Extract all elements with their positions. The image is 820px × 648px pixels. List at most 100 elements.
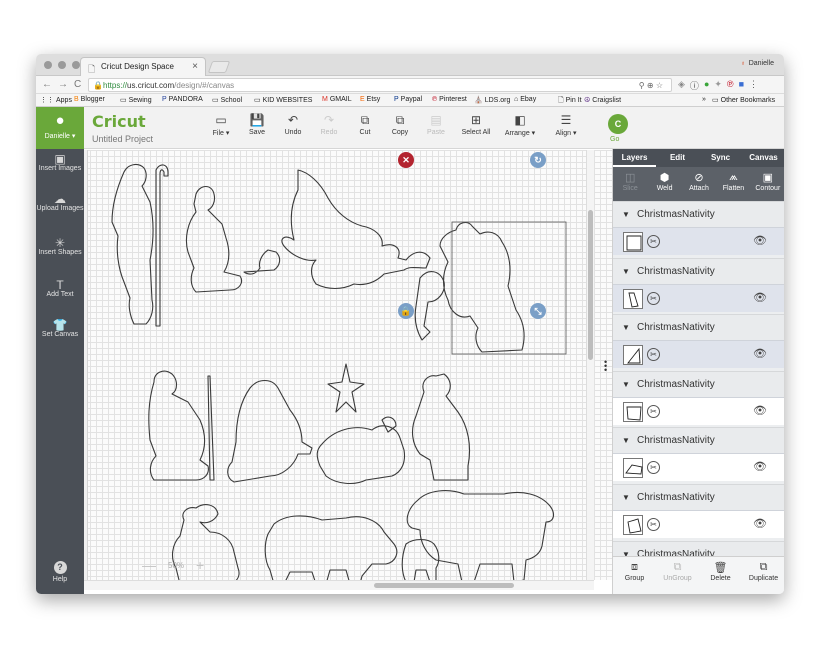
caret-down-icon[interactable]: ▼ bbox=[622, 380, 630, 389]
eye-icon[interactable]: 👁 bbox=[753, 517, 767, 530]
zoom-out-button[interactable]: — bbox=[142, 557, 156, 573]
cut-linetype-icon[interactable]: ✂ bbox=[647, 348, 660, 362]
layer-item[interactable]: ▼ChristmasNativity✂👁 bbox=[613, 370, 784, 427]
horizontal-scroll-thumb[interactable] bbox=[374, 583, 514, 588]
cut-linetype-icon[interactable]: ✂ bbox=[647, 461, 660, 475]
bookmark-11[interactable]: ⌂ Ebay bbox=[514, 96, 536, 103]
layer-row[interactable]: ✂ 👁 bbox=[613, 396, 784, 425]
toolbar-select-all-button[interactable]: ⊞ Select All bbox=[454, 113, 498, 136]
layer-row[interactable]: ✂ 👁 bbox=[613, 453, 784, 482]
caret-down-icon[interactable]: ▼ bbox=[622, 210, 630, 219]
new-tab-button[interactable] bbox=[207, 61, 231, 73]
tab-edit[interactable]: Edit bbox=[656, 149, 699, 167]
extension-blue-icon[interactable]: ■ bbox=[739, 79, 744, 92]
extension-shield-icon[interactable]: ◈ bbox=[678, 79, 685, 92]
group-button[interactable]: ⧈ Group bbox=[613, 557, 656, 594]
bookmarks-more-button[interactable]: » bbox=[702, 96, 706, 103]
cut-linetype-icon[interactable]: ✂ bbox=[647, 404, 660, 418]
layer-header[interactable]: ▼ ChristmasNativity bbox=[613, 427, 784, 454]
bookmark-13[interactable]: ☮ Craigslist bbox=[584, 96, 621, 104]
bookmark-3[interactable]: P PANDORA bbox=[162, 96, 203, 103]
layer-item[interactable]: ▼ChristmasNativity✂👁 bbox=[613, 257, 784, 314]
tool-weld-button[interactable]: ⬢ Weld bbox=[647, 167, 681, 201]
forward-arrow-icon[interactable]: → bbox=[58, 79, 68, 90]
vertical-scroll-thumb[interactable] bbox=[588, 210, 593, 360]
bookmark-1[interactable]: B Blogger bbox=[74, 96, 105, 103]
extension-puzzle-icon[interactable]: ✦ bbox=[714, 79, 722, 92]
other-bookmarks-folder[interactable]: ▭ Other Bookmarks bbox=[712, 96, 775, 104]
layer-header[interactable]: ▼ ChristmasNativity bbox=[613, 201, 784, 227]
bookmark-4[interactable]: ▭ School bbox=[212, 96, 242, 104]
user-menu-button[interactable]: ● Danielle ▾ bbox=[36, 107, 84, 149]
cut-linetype-icon[interactable]: ✂ bbox=[647, 291, 660, 305]
layer-row[interactable]: ✂ 👁 bbox=[613, 283, 784, 312]
delete-handle-icon[interactable]: ✕ bbox=[398, 152, 414, 168]
toolbar-align-button[interactable]: ☰ Align ▾ bbox=[544, 113, 588, 137]
eye-icon[interactable]: 👁 bbox=[753, 234, 767, 247]
layer-item[interactable]: ▼ChristmasNativity✂👁 bbox=[613, 540, 784, 556]
tab-layers[interactable]: Layers bbox=[613, 149, 656, 167]
bookmark-7[interactable]: E Etsy bbox=[360, 96, 380, 103]
lock-handle-icon[interactable]: 🔒 bbox=[398, 303, 414, 319]
bookmark-9[interactable]: ℗ Pinterest bbox=[432, 96, 467, 103]
bookmark-6[interactable]: M GMAIL bbox=[322, 96, 352, 103]
sidebar-item-shapes[interactable]: ✳ Insert Shapes bbox=[36, 237, 84, 257]
bookmark-8[interactable]: P Paypal bbox=[394, 96, 422, 103]
extension-green-icon[interactable]: ● bbox=[704, 79, 709, 92]
canvas-vertical-scrollbar[interactable] bbox=[586, 150, 594, 580]
maximize-window-button[interactable] bbox=[72, 61, 80, 69]
layer-header[interactable]: ▼ ChristmasNativity bbox=[613, 314, 784, 341]
menu-dots-icon[interactable]: ⋮ bbox=[749, 79, 758, 92]
tool-contour-button[interactable]: ▣ Contour bbox=[751, 167, 784, 201]
delete-button[interactable]: 🗑 Delete bbox=[699, 557, 742, 594]
minimize-window-button[interactable] bbox=[58, 61, 66, 69]
layer-row[interactable]: ✂ 👁 bbox=[613, 340, 784, 369]
cut-linetype-icon[interactable]: ✂ bbox=[647, 235, 660, 248]
canvas-horizontal-scrollbar[interactable] bbox=[84, 580, 594, 590]
tool-flatten-button[interactable]: ⩕ Flatten bbox=[716, 167, 750, 201]
help-button[interactable]: ? Help bbox=[36, 561, 84, 584]
url-bar[interactable]: 🔒 https://us.cricut.com/design/#/canvas … bbox=[88, 78, 672, 92]
layer-item[interactable]: ▼ChristmasNativity✂👁 bbox=[613, 314, 784, 370]
caret-down-icon[interactable]: ▼ bbox=[622, 436, 630, 445]
caret-down-icon[interactable]: ▼ bbox=[622, 267, 630, 276]
bookmark-0[interactable]: ⋮⋮ Apps bbox=[40, 96, 72, 104]
layer-header[interactable]: ▼ ChristmasNativity bbox=[613, 484, 784, 510]
sidebar-item-upload-cloud[interactable]: ☁ Upload Images bbox=[36, 193, 84, 213]
cut-linetype-icon[interactable]: ✂ bbox=[647, 518, 660, 531]
caret-down-icon[interactable]: ▼ bbox=[622, 323, 630, 332]
bookmark-2[interactable]: ▭ Sewing bbox=[120, 96, 152, 104]
bookmark-5[interactable]: ▭ KID WEBSITES bbox=[254, 96, 312, 104]
zoom-in-button[interactable]: + bbox=[196, 557, 204, 573]
profile-button[interactable]: ♁ Danielle bbox=[740, 60, 774, 67]
sidebar-item-image[interactable]: ▣ Insert Images bbox=[36, 153, 84, 173]
eye-icon[interactable]: 👁 bbox=[753, 291, 767, 304]
layer-item[interactable]: ▼ChristmasNativity✂👁 bbox=[613, 427, 784, 483]
browser-tab[interactable]: 🗋 Cricut Design Space × bbox=[80, 57, 206, 76]
layer-row[interactable]: ✂ 👁 bbox=[613, 510, 784, 538]
layer-header[interactable]: ▼ ChristmasNativity bbox=[613, 540, 784, 556]
eye-icon[interactable]: 👁 bbox=[753, 460, 767, 473]
layer-item[interactable]: ▼ChristmasNativity✂👁 bbox=[613, 201, 784, 257]
layer-row[interactable]: ✂ 👁 bbox=[613, 227, 784, 255]
tab-canvas[interactable]: Canvas bbox=[742, 149, 784, 167]
tab-close-button[interactable]: × bbox=[192, 61, 198, 72]
star-icon[interactable]: ☆ bbox=[656, 81, 663, 90]
key-icon[interactable]: ⚲ bbox=[639, 81, 645, 90]
close-window-button[interactable] bbox=[44, 61, 52, 69]
tab-sync[interactable]: Sync bbox=[699, 149, 742, 167]
toolbar-arrange-button[interactable]: ◧ Arrange ▾ bbox=[498, 113, 542, 137]
go-button[interactable]: C bbox=[608, 114, 628, 134]
bookmark-10[interactable]: ⛪ LDS.org bbox=[474, 96, 510, 104]
nativity-figures[interactable] bbox=[84, 150, 586, 580]
project-title[interactable]: Untitled Project bbox=[92, 134, 153, 144]
sidebar-item-shirt[interactable]: 👕 Set Canvas bbox=[36, 319, 84, 339]
back-arrow-icon[interactable]: ← bbox=[42, 79, 52, 90]
extension-info-icon[interactable]: ⓘ bbox=[690, 79, 699, 92]
resize-handle-icon[interactable]: ⤡ bbox=[530, 303, 546, 319]
reload-icon[interactable]: C bbox=[74, 79, 81, 90]
caret-down-icon[interactable]: ▼ bbox=[622, 493, 630, 502]
layer-header[interactable]: ▼ ChristmasNativity bbox=[613, 370, 784, 397]
extension-pinterest-icon[interactable]: ℗ bbox=[727, 79, 734, 92]
tool-attach-button[interactable]: ⊘ Attach bbox=[682, 167, 716, 201]
